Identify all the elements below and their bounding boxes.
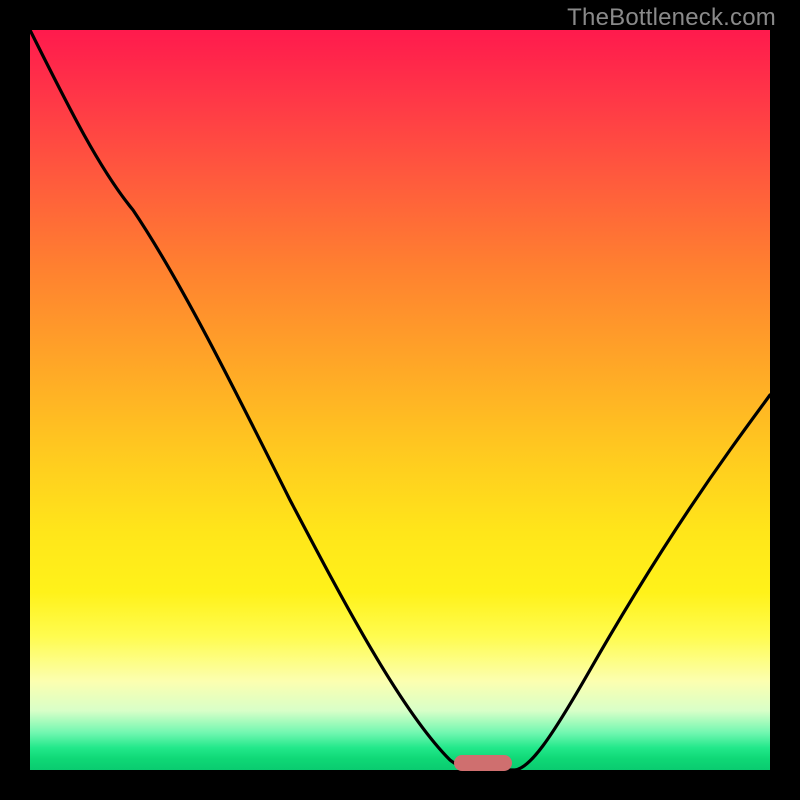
curve-path: [30, 30, 770, 770]
watermark-text: TheBottleneck.com: [567, 4, 776, 32]
plot-area: [30, 30, 770, 770]
bottleneck-marker: [454, 755, 512, 771]
bottleneck-curve: [30, 30, 770, 770]
chart-frame: TheBottleneck.com: [0, 0, 800, 800]
